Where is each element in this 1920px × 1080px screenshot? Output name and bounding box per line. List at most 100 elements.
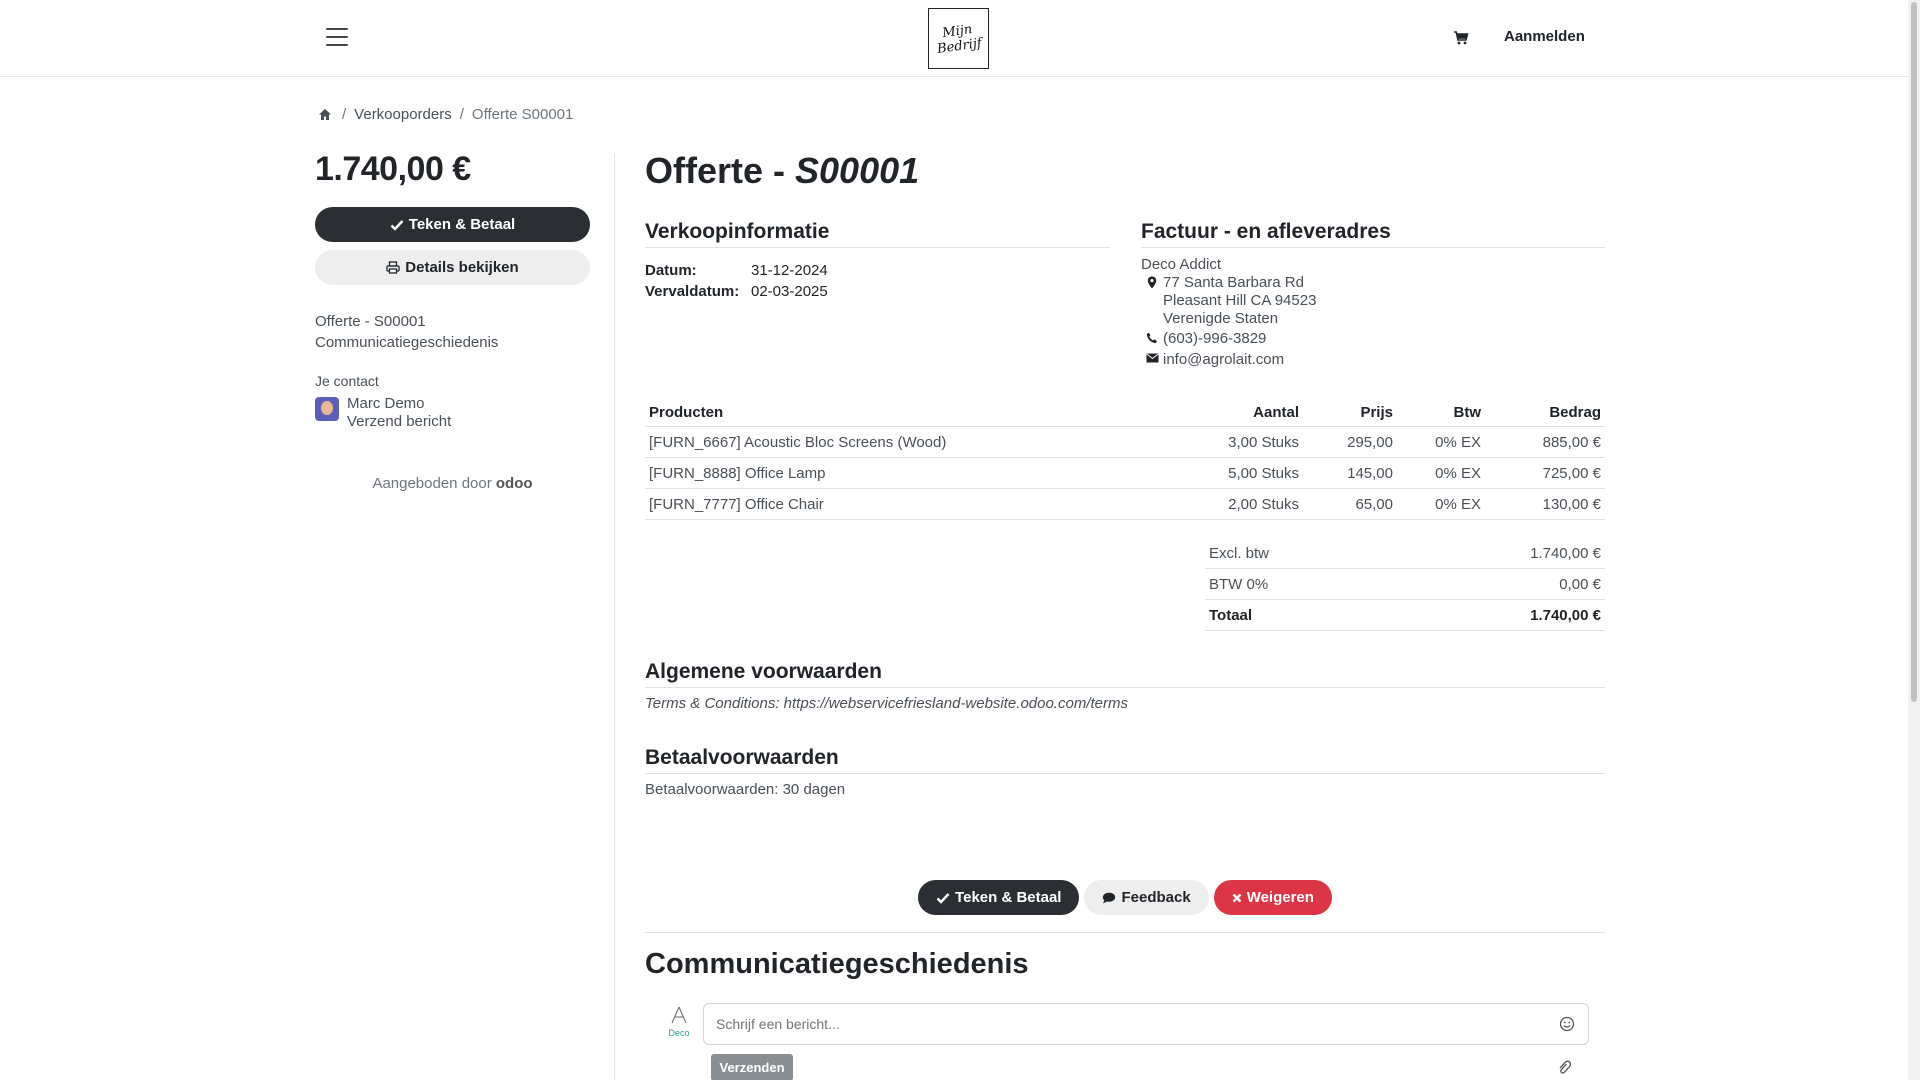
sales-info: Verkoopinformatie Datum: 31-12-2024 Verv… [645, 220, 1110, 300]
sidebar-nav: Offerte - S00001 Communicatiegeschiedeni… [315, 311, 590, 353]
untaxed-value: 1.740,00 € [1390, 538, 1605, 569]
col-amount: Bedrag [1485, 398, 1605, 427]
check-icon [936, 892, 950, 904]
view-details-button[interactable]: Details bekijken [315, 250, 590, 285]
address-line-1: 77 Santa Barbara Rd [1163, 274, 1304, 291]
terms-heading: Algemene voorwaarden [645, 660, 1605, 688]
avatar [315, 397, 339, 421]
total-row: Totaal 1.740,00 € [1205, 599, 1605, 631]
order-lines-table: Producten Aantal Prijs Btw Bedrag [FURN_… [645, 398, 1605, 520]
sidebar-total-amount: 1.740,00 € [315, 150, 471, 188]
contact-label: Je contact [315, 373, 379, 389]
row-tax: 0% EX [1397, 457, 1485, 489]
col-product: Producten [645, 398, 1163, 427]
breadcrumb: / Verkooporders / Offerte S00001 [318, 106, 573, 123]
expiry-value: 02-03-2025 [751, 283, 828, 300]
sales-info-heading: Verkoopinformatie [645, 220, 1110, 248]
breadcrumb-sales-orders[interactable]: Verkooporders [354, 106, 452, 123]
table-header-row: Producten Aantal Prijs Btw Bedrag [645, 398, 1605, 427]
totals-table: Excl. btw 1.740,00 € BTW 0% 0,00 € Totaa… [1205, 538, 1605, 631]
login-link[interactable]: Aanmelden [1504, 28, 1585, 45]
table-row: [FURN_6667] Acoustic Bloc Screens (Wood)… [645, 426, 1605, 458]
title-prefix: Offerte - [645, 150, 796, 191]
email-address[interactable]: info@agrolait.com [1163, 351, 1284, 369]
row-product: [FURN_6667] Acoustic Bloc Screens (Wood) [645, 426, 1163, 458]
author-brand: Deco [668, 1028, 690, 1038]
contact-name: Marc Demo [347, 395, 425, 412]
contact-card: Marc Demo Verzend bericht [315, 395, 590, 431]
address-info: Factuur - en afleveradres Deco Addict 77… [1141, 220, 1605, 369]
scrollbar-thumb[interactable] [1911, 2, 1917, 702]
message-input[interactable] [703, 1003, 1589, 1045]
address-line-2: Pleasant Hill CA 94523 [1163, 292, 1317, 309]
sidebar-sign-pay-button[interactable]: Teken & Betaal [315, 207, 590, 242]
col-tax: Btw [1397, 398, 1485, 427]
address-heading: Factuur - en afleveradres [1141, 220, 1605, 248]
breadcrumb-current: Offerte S00001 [471, 106, 574, 123]
sidebar: 1.740,00 € Teken & Betaal Details bekijk… [315, 150, 590, 492]
row-price: 145,00 [1303, 457, 1397, 489]
date-label: Datum: [645, 262, 697, 279]
row-qty: 3,00 Stuks [1163, 426, 1303, 458]
sidebar-link-history[interactable]: Communicatiegeschiedenis [315, 332, 590, 353]
sign-pay-button[interactable]: Teken & Betaal [918, 880, 1080, 915]
view-details-label: Details bekijken [405, 259, 519, 276]
row-product: [FURN_7777] Office Chair [645, 488, 1163, 520]
breadcrumb-separator: / [342, 106, 347, 123]
row-qty: 2,00 Stuks [1163, 488, 1303, 520]
row-amount: 725,00 € [1485, 457, 1605, 489]
row-product: [FURN_8888] Office Lamp [645, 457, 1163, 489]
row-price: 65,00 [1303, 488, 1397, 520]
print-icon [386, 261, 400, 274]
home-icon[interactable] [318, 108, 332, 121]
odoo-logo[interactable]: odoo [496, 475, 533, 492]
deco-logo-icon [671, 1006, 687, 1024]
col-price: Prijs [1303, 398, 1397, 427]
paperclip-icon[interactable] [1557, 1060, 1571, 1076]
row-price: 295,00 [1303, 426, 1397, 458]
tax-label: BTW 0% [1205, 568, 1391, 600]
quote-main: Offerte - S00001 Verkoopinformatie Datum… [645, 150, 1605, 1080]
payment-terms-text: Betaalvoorwaarden: 30 dagen [645, 781, 846, 798]
envelope-icon [1145, 353, 1159, 363]
reject-label: Weigeren [1246, 889, 1314, 906]
title-number: S00001 [795, 150, 920, 191]
map-marker-icon [1147, 276, 1157, 289]
company-logo[interactable]: Mijn Bedrijf [928, 8, 989, 69]
cart-icon[interactable] [1453, 30, 1469, 46]
row-amount: 130,00 € [1485, 488, 1605, 520]
feedback-button[interactable]: Feedback [1084, 880, 1209, 915]
untaxed-row: Excl. btw 1.740,00 € [1205, 538, 1605, 569]
menu-toggle-icon[interactable] [326, 28, 348, 46]
untaxed-label: Excl. btw [1205, 538, 1391, 569]
emoji-icon[interactable] [1559, 1016, 1575, 1032]
expiry-label: Vervaldatum: [645, 283, 740, 300]
send-button[interactable]: Verzenden [711, 1054, 793, 1080]
table-row: [FURN_8888] Office Lamp 5,00 Stuks 145,0… [645, 457, 1605, 489]
page-scrollbar[interactable] [1908, 0, 1920, 1080]
actions-divider [645, 932, 1605, 933]
sidebar-link-quote[interactable]: Offerte - S00001 [315, 311, 590, 332]
tax-value: 0,00 € [1390, 568, 1605, 600]
payment-terms-heading: Betaalvoorwaarden [645, 746, 1605, 774]
terms-text: Terms & Conditions: https://webservicefr… [645, 695, 1128, 712]
reject-button[interactable]: Weigeren [1213, 880, 1332, 915]
date-value: 31-12-2024 [751, 262, 828, 279]
total-label: Totaal [1205, 599, 1391, 631]
col-qty: Aantal [1163, 398, 1303, 427]
action-buttons: Teken & Betaal Feedback Weigeren [645, 880, 1605, 915]
row-tax: 0% EX [1397, 488, 1485, 520]
table-row: [FURN_7777] Office Chair 2,00 Stuks 65,0… [645, 488, 1605, 520]
row-amount: 885,00 € [1485, 426, 1605, 458]
sidebar-sign-pay-label: Teken & Betaal [408, 216, 516, 233]
communication-heading: Communicatiegeschiedenis [645, 948, 1029, 980]
powered-by: Aangeboden door odoo [315, 475, 590, 492]
page-title: Offerte - S00001 [645, 150, 1605, 192]
send-message-link[interactable]: Verzend bericht [347, 413, 451, 431]
address-line-3: Verenigde Staten [1163, 310, 1279, 327]
customer-name: Deco Addict [1141, 256, 1222, 273]
comment-icon [1103, 892, 1116, 903]
site-header: Mijn Bedrijf Aanmelden [0, 0, 1918, 77]
total-value: 1.740,00 € [1390, 599, 1605, 631]
sign-pay-label: Teken & Betaal [955, 889, 1062, 906]
